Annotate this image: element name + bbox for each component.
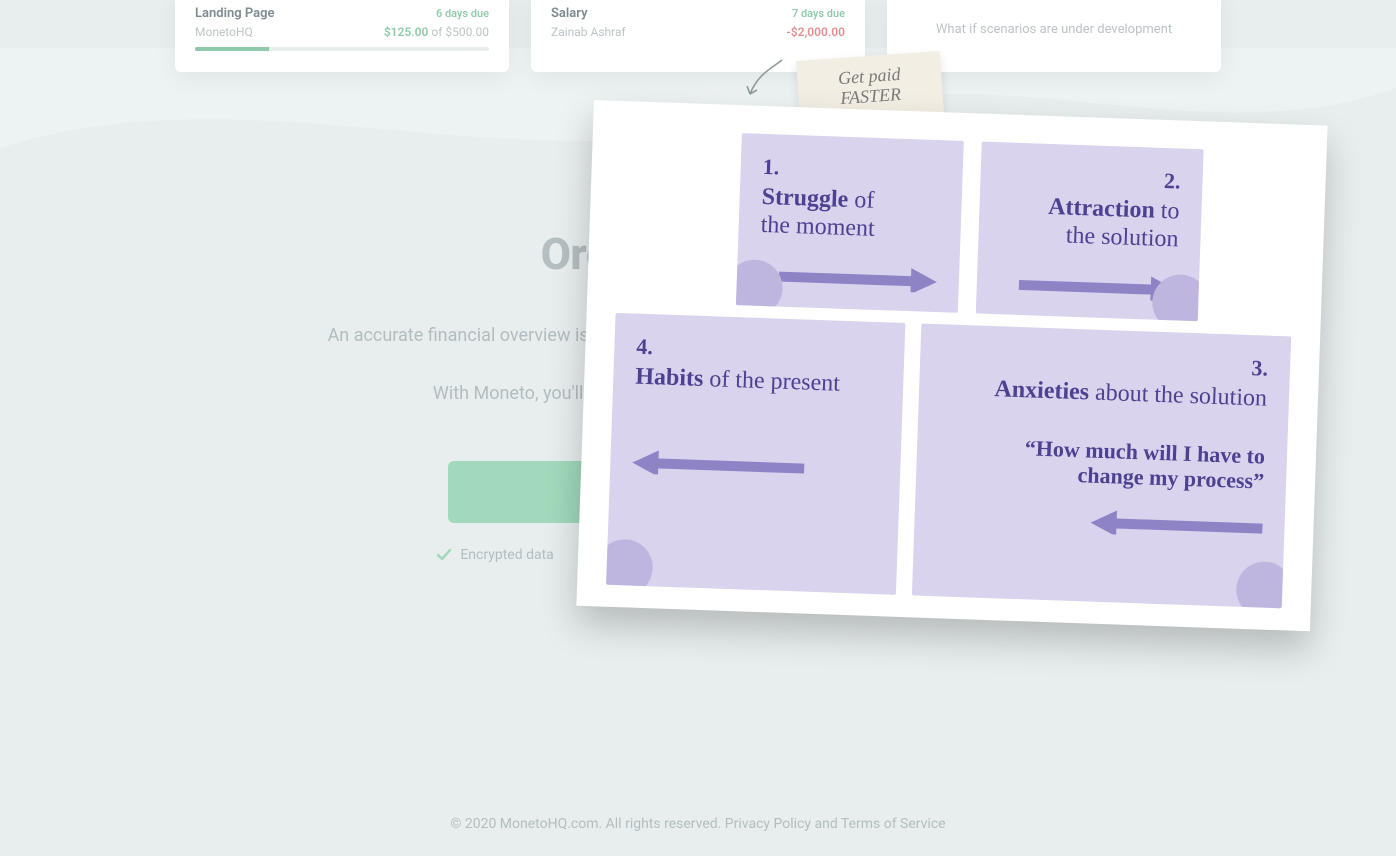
card-number: 2. <box>1002 162 1181 194</box>
card-title: Attraction to the solution <box>1000 192 1180 253</box>
top-mini-dashboard: Landing Page 6 days due MonetoHQ $125.00… <box>175 0 1221 72</box>
card-title: Landing Page <box>195 6 275 21</box>
card-due: 7 days due <box>792 7 845 20</box>
diagram-card-anxieties: 3. Anxieties about the solution “How muc… <box>912 324 1291 609</box>
corner-circle-icon <box>606 538 654 594</box>
card-due: 6 days due <box>436 7 489 20</box>
hand-drawn-arrow-icon <box>740 54 788 102</box>
diagram-card-struggle: 1. Struggle of the moment <box>736 133 964 313</box>
check-icon <box>436 547 452 563</box>
benefit-label: Encrypted data <box>460 547 553 563</box>
card-subtitle: MonetoHQ <box>195 25 253 39</box>
card-subtitle: Zainab Ashraf <box>551 25 626 39</box>
card-amount: $125.00 of $500.00 <box>384 25 489 39</box>
card-title: Struggle of the moment <box>760 184 940 245</box>
card-text: What if scenarios are under development <box>907 6 1201 37</box>
card-number: 4. <box>636 334 883 369</box>
diagram-card-attraction: 2. Attraction to the solution <box>976 142 1204 322</box>
arrow-right-icon <box>759 263 938 293</box>
arrow-left-icon <box>936 504 1263 539</box>
progress-bar <box>195 47 489 51</box>
corner-circle-icon <box>1235 561 1291 609</box>
card-number: 1. <box>762 154 941 186</box>
sticky-note-text: Get paid FASTER <box>807 63 933 111</box>
arrow-right-icon <box>998 271 1177 301</box>
arrow-left-icon <box>632 449 879 482</box>
card-title: Salary <box>551 6 588 21</box>
card-title: Anxieties about the solution <box>941 374 1268 413</box>
forces-diagram-card: 1. Struggle of the moment 2. Attraction … <box>576 100 1327 631</box>
diagram-card-habits: 4. Habits of the present <box>606 313 905 595</box>
benefit-item: Encrypted data <box>436 547 553 563</box>
footer-text: © 2020 MonetoHQ.com. All rights reserved… <box>0 816 1396 832</box>
card-amount: -$2,000.00 <box>786 25 845 39</box>
card-title: Habits of the present <box>635 364 882 400</box>
card-landing-page: Landing Page 6 days due MonetoHQ $125.00… <box>175 0 509 72</box>
card-quote: “How much will I have to change my proce… <box>938 432 1266 494</box>
